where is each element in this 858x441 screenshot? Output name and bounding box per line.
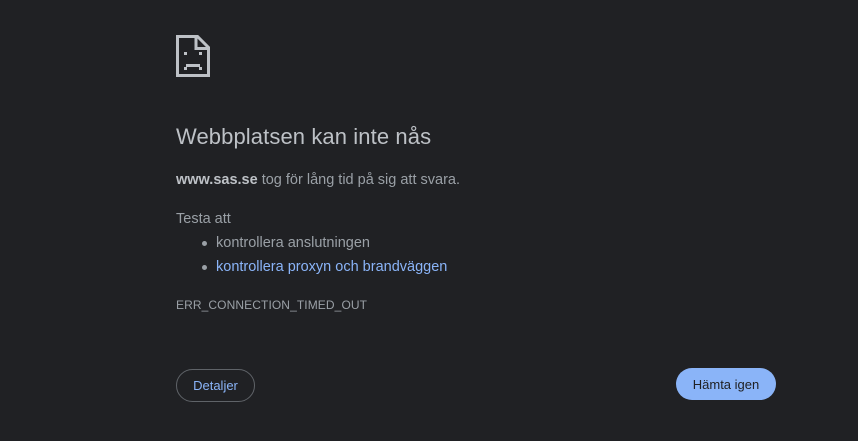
host-name: www.sas.se	[176, 172, 258, 188]
suggestion-text: kontrollera anslutningen	[216, 235, 370, 251]
bullet-icon	[202, 241, 207, 246]
proxy-firewall-link[interactable]: kontrollera proxyn och brandväggen	[216, 259, 447, 275]
sad-page-icon	[176, 35, 210, 77]
suggestion-item: kontrollera anslutningen	[176, 233, 447, 257]
reload-button[interactable]: Hämta igen	[676, 368, 776, 400]
details-button[interactable]: Detaljer	[176, 369, 255, 402]
suggestions-list: kontrollera anslutningen kontrollera pro…	[176, 233, 447, 281]
suggestion-item: kontrollera proxyn och brandväggen	[176, 257, 447, 281]
error-code: ERR_CONNECTION_TIMED_OUT	[176, 298, 368, 312]
error-message-text: tog för lång tid på sig att svara.	[257, 172, 460, 188]
error-page: Webbplatsen kan inte nås www.sas.se tog …	[0, 0, 858, 441]
page-title: Webbplatsen kan inte nås	[176, 124, 432, 149]
suggestions-heading: Testa att	[176, 211, 231, 227]
bullet-icon	[202, 265, 207, 270]
error-message: www.sas.se tog för lång tid på sig att s…	[176, 172, 460, 188]
